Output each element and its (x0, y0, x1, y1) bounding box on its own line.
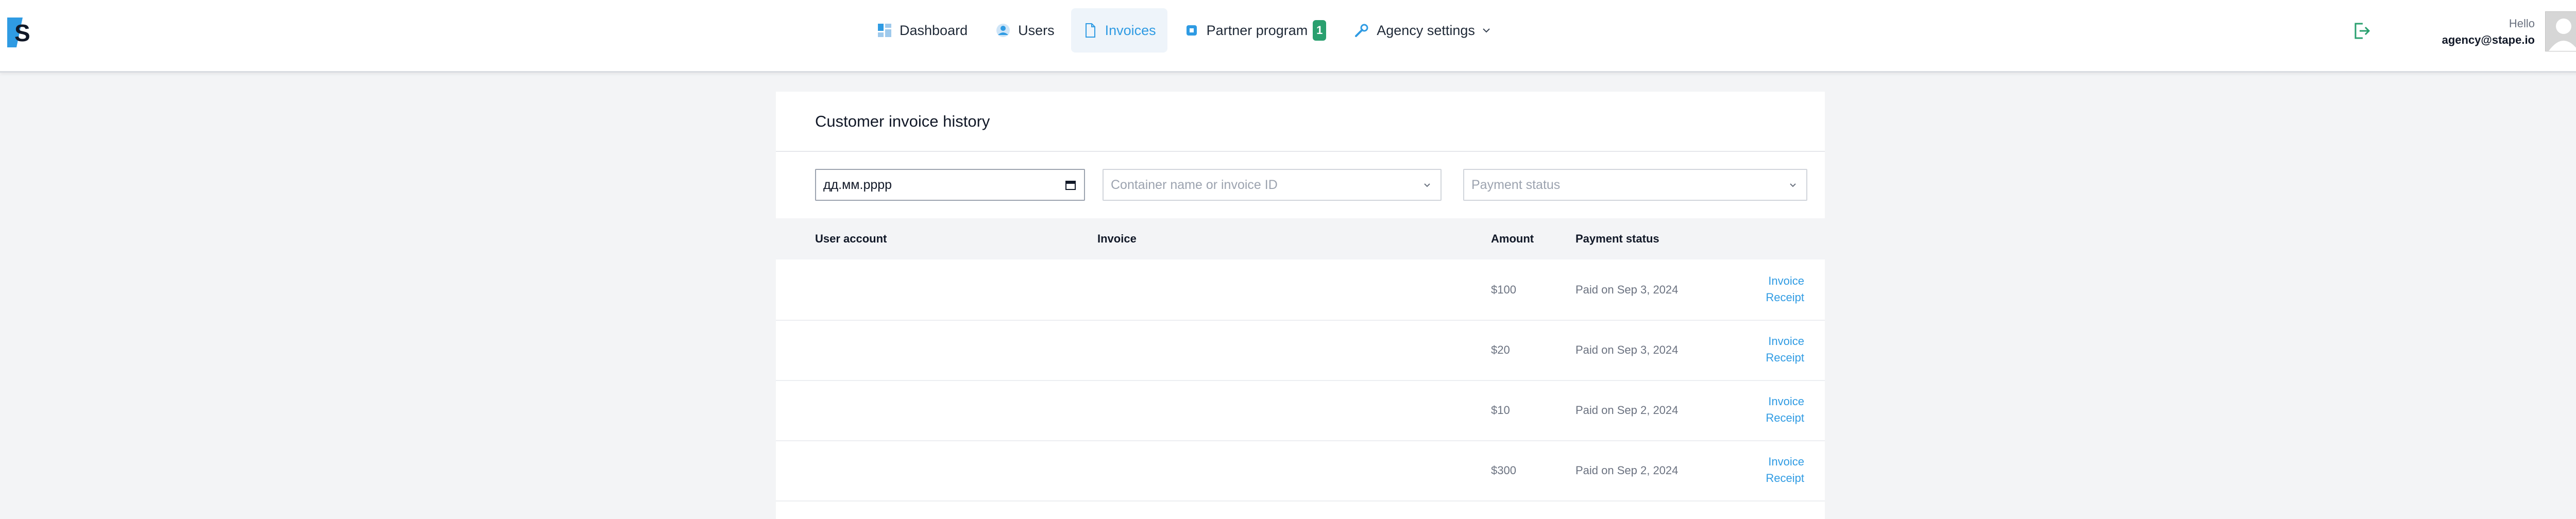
column-payment-status: Payment status (1575, 232, 1659, 245)
nav-invoices[interactable]: Invoices (1071, 8, 1167, 53)
invoice-link[interactable]: Invoice (1766, 454, 1804, 470)
main-nav: Dashboard Users Invoices Partner program (866, 8, 1508, 53)
column-amount: Amount (1491, 232, 1534, 245)
user-greeting: Hello agency@stape.io (2442, 15, 2535, 48)
invoice-link[interactable]: Invoice (1766, 393, 1804, 410)
chevron-down-icon (1424, 183, 1430, 187)
dashboard-icon (878, 24, 891, 37)
greeting-text: Hello (2509, 17, 2535, 30)
row-payment-status: Paid on Sep 2, 2024 (1575, 404, 1679, 417)
receipt-link[interactable]: Receipt (1766, 410, 1804, 426)
invoice-link[interactable]: Invoice (1766, 333, 1804, 350)
table-row: $100 Paid on Sep 3, 2024 Invoice Receipt (776, 260, 1825, 321)
receipt-link[interactable]: Receipt (1766, 350, 1804, 366)
invoice-link[interactable]: Invoice (1766, 273, 1804, 289)
row-amount: $300 (1491, 464, 1516, 477)
invoice-document-icon (1085, 23, 1095, 38)
row-payment-status: Paid on Sep 3, 2024 (1575, 283, 1679, 296)
wrench-icon (1355, 24, 1368, 37)
table-row: $10 Paid on Sep 2, 2024 Invoice Receipt (776, 380, 1825, 441)
users-icon (996, 24, 1010, 37)
divider (776, 151, 1825, 152)
partner-badge: 1 (1313, 20, 1327, 41)
row-amount: $10 (1491, 404, 1510, 417)
status-placeholder: Payment status (1471, 177, 1561, 192)
search-placeholder: Container name or invoice ID (1111, 177, 1278, 192)
svg-text:S: S (14, 20, 30, 46)
receipt-link[interactable]: Receipt (1766, 289, 1804, 306)
top-header: S Dashboard Users Invoices Partner progr… (0, 0, 2576, 73)
chevron-down-icon (1790, 183, 1796, 187)
avatar-placeholder-icon (2549, 19, 2576, 51)
invoice-history-card: Customer invoice history дд.мм.рррр Cont… (776, 92, 1825, 519)
chevron-down-icon (1483, 28, 1490, 33)
nav-invoices-label: Invoices (1105, 22, 1156, 38)
nav-partner-program[interactable]: Partner program 1 (1173, 8, 1338, 53)
stape-logo[interactable]: S (7, 18, 34, 47)
nav-agency-settings-label: Agency settings (1377, 22, 1475, 38)
user-email: agency@stape.io (2442, 33, 2535, 46)
page-title: Customer invoice history (815, 112, 990, 130)
payment-status-select[interactable]: Payment status (1463, 169, 1807, 201)
table-row: $300 Paid on Sep 2, 2024 Invoice Receipt (776, 440, 1825, 501)
row-payment-status: Paid on Sep 2, 2024 (1575, 464, 1679, 477)
column-invoice: Invoice (1097, 232, 1137, 245)
avatar[interactable] (2545, 11, 2576, 51)
calendar-icon[interactable] (1064, 179, 1077, 191)
nav-dashboard[interactable]: Dashboard (866, 8, 979, 53)
row-amount: $20 (1491, 343, 1510, 356)
nav-users[interactable]: Users (984, 8, 1066, 53)
date-filter-input[interactable]: дд.мм.рррр (815, 169, 1085, 201)
nav-partner-program-label: Partner program (1206, 22, 1308, 38)
column-user-account: User account (815, 232, 887, 245)
nav-dashboard-label: Dashboard (900, 22, 968, 38)
row-amount: $100 (1491, 283, 1516, 296)
partner-icon (1186, 25, 1197, 36)
row-payment-status: Paid on Sep 3, 2024 (1575, 343, 1679, 356)
table-header: User account Invoice Amount Payment stat… (776, 218, 1825, 260)
date-filter-value: дд.мм.рррр (823, 177, 892, 192)
nav-users-label: Users (1018, 22, 1055, 38)
container-search-select[interactable]: Container name or invoice ID (1103, 169, 1442, 201)
logout-icon[interactable] (2352, 22, 2371, 40)
receipt-link[interactable]: Receipt (1766, 470, 1804, 487)
nav-agency-settings[interactable]: Agency settings (1343, 8, 1503, 53)
table-row: $20 Paid on Sep 3, 2024 Invoice Receipt (776, 320, 1825, 381)
